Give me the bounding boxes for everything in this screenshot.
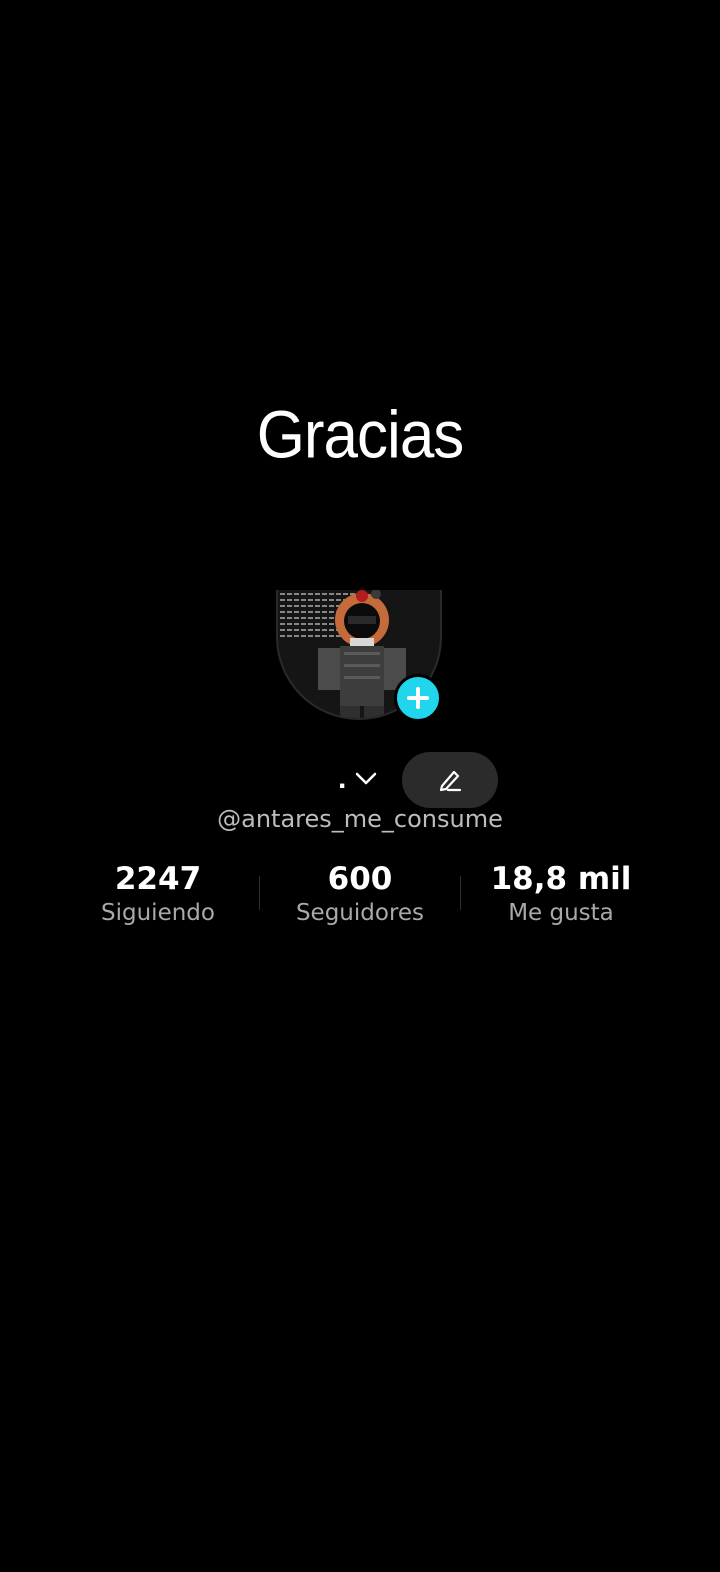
stat-followers-label: Seguidores [295, 900, 425, 926]
stat-followers[interactable]: 600 Seguidores [260, 860, 460, 928]
profile-avatar-wrap[interactable] [276, 590, 442, 722]
edit-profile-button[interactable] [402, 752, 498, 808]
add-story-button[interactable] [394, 674, 442, 722]
stat-likes-label: Me gusta [508, 900, 614, 926]
pencil-icon [439, 770, 462, 792]
stat-likes[interactable]: 18,8 mil Me gusta [461, 860, 661, 928]
plus-icon [407, 687, 429, 709]
stat-likes-value: 18,8 mil [490, 861, 632, 897]
overlay-title: Gracias [256, 398, 465, 473]
chevron-down-icon[interactable] [354, 771, 378, 787]
stat-following-value: 2247 [114, 861, 202, 897]
stat-following-label: Siguiendo [101, 900, 215, 926]
name-row: . [0, 752, 720, 808]
profile-stats: 2247 Siguiendo 600 Seguidores 18,8 mil M… [58, 860, 662, 932]
stat-following[interactable]: 2247 Siguiendo [58, 860, 258, 928]
profile-handle: @antares_me_consume [217, 805, 503, 833]
display-name[interactable]: . [338, 764, 346, 794]
stat-followers-value: 600 [327, 861, 393, 897]
